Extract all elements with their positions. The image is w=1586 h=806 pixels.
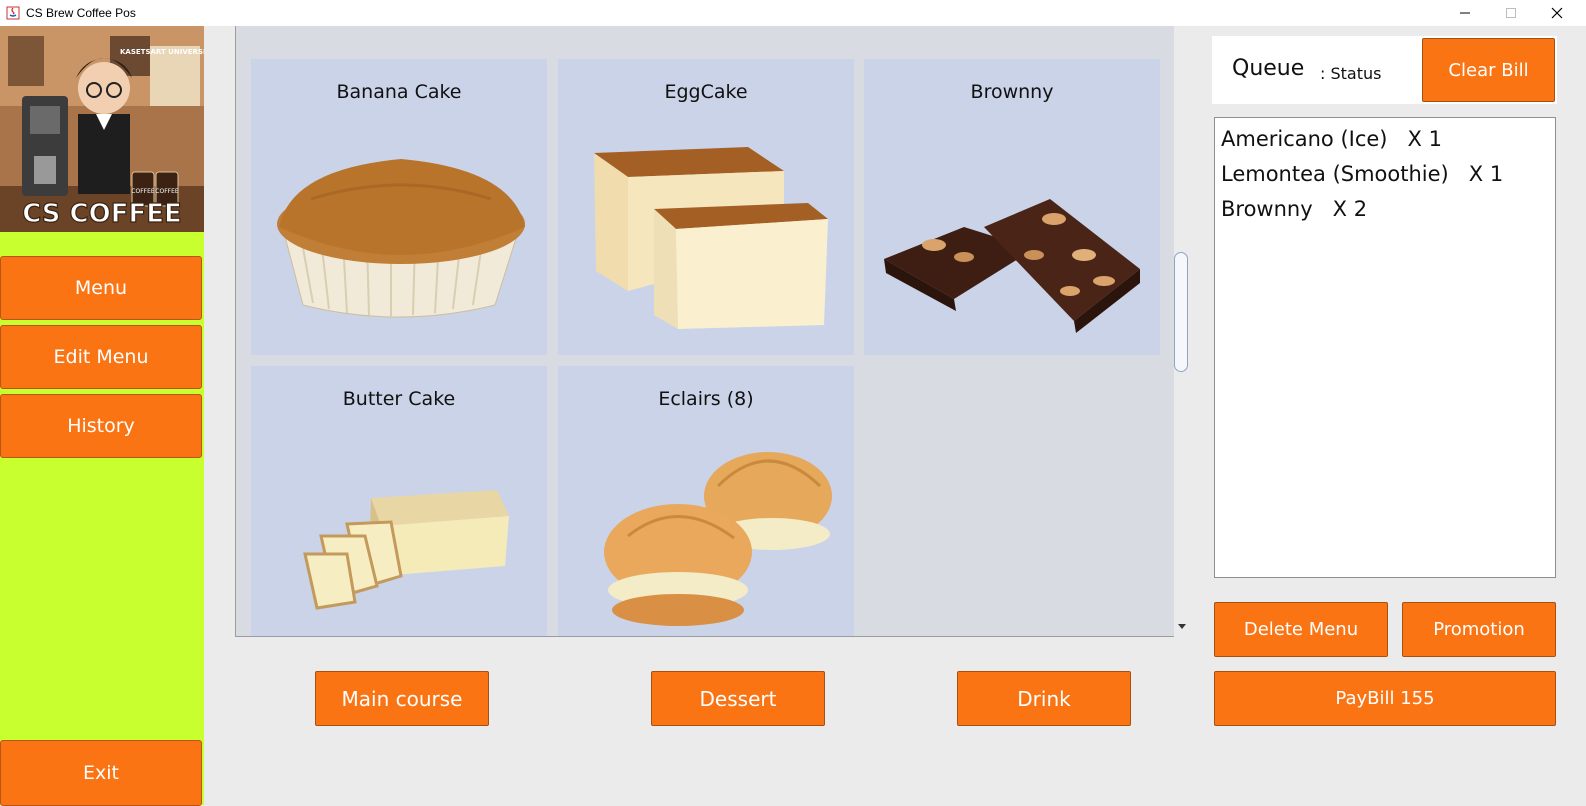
maximize-icon xyxy=(1506,8,1516,18)
brand-text: CS COFFEE xyxy=(22,199,182,229)
sidebar: COFFEE COFFEE KASETSART UNIVERSITY CS CO… xyxy=(0,26,204,806)
scroll-down-arrow-icon[interactable] xyxy=(1176,620,1188,632)
window-title: CS Brew Coffee Pos xyxy=(26,6,136,20)
product-card[interactable]: Eclairs (8) xyxy=(558,366,854,636)
title-bar: CS Brew Coffee Pos xyxy=(0,0,1586,26)
logo-illustration: COFFEE COFFEE KASETSART UNIVERSITY CS CO… xyxy=(0,26,204,232)
cs-coffee-logo: COFFEE COFFEE KASETSART UNIVERSITY CS CO… xyxy=(0,26,204,232)
maximize-button[interactable] xyxy=(1488,0,1534,26)
jar-label: COFFEE xyxy=(155,188,179,195)
minimize-icon xyxy=(1460,12,1470,14)
product-card[interactable]: EggCake xyxy=(558,59,854,355)
order-list[interactable]: Americano (Ice) X 1 Lemontea (Smoothie) … xyxy=(1214,117,1556,578)
edit-menu-button[interactable]: Edit Menu xyxy=(0,325,202,389)
dessert-button[interactable]: Dessert xyxy=(651,671,825,726)
paybill-button[interactable]: PayBill 155 xyxy=(1214,671,1556,726)
close-button[interactable] xyxy=(1534,0,1580,26)
exit-button[interactable]: Exit xyxy=(0,740,202,806)
jar-label: COFFEE xyxy=(131,188,155,195)
product-card[interactable]: Brownny xyxy=(864,59,1160,355)
brownie-image xyxy=(884,199,1140,333)
close-icon xyxy=(1551,7,1563,19)
product-name: Butter Cake xyxy=(342,388,456,410)
product-name: Brownny xyxy=(970,81,1054,103)
scrollbar-thumb[interactable] xyxy=(1174,252,1188,372)
java-app-icon xyxy=(6,6,20,20)
menu-button[interactable]: Menu xyxy=(0,256,202,320)
product-name: Banana Cake xyxy=(336,81,462,103)
product-card[interactable]: Butter Cake xyxy=(251,366,547,636)
queue-header: Queue : Status Clear Bill xyxy=(1212,36,1557,104)
banana-cake-image xyxy=(277,159,525,318)
drink-button[interactable]: Drink xyxy=(957,671,1131,726)
product-name: EggCake xyxy=(664,81,748,103)
queue-status: : Status xyxy=(1320,64,1382,83)
product-grid: Banana Cake EggCake Brownny Butter Cake … xyxy=(235,26,1190,637)
egg-cake-image xyxy=(594,147,828,329)
order-item[interactable]: Lemontea (Smoothie) X 1 xyxy=(1221,157,1549,192)
history-button[interactable]: History xyxy=(0,394,202,458)
university-text: KASETSART UNIVERSITY xyxy=(120,48,204,56)
order-item[interactable]: Brownny X 2 xyxy=(1221,192,1549,227)
order-item[interactable]: Americano (Ice) X 1 xyxy=(1221,122,1549,157)
clear-bill-button[interactable]: Clear Bill xyxy=(1422,38,1555,102)
main-course-button[interactable]: Main course xyxy=(315,671,489,726)
delete-menu-button[interactable]: Delete Menu xyxy=(1214,602,1388,657)
minimize-button[interactable] xyxy=(1442,0,1488,26)
product-card[interactable]: Banana Cake xyxy=(251,59,547,355)
queue-label: Queue xyxy=(1232,56,1305,81)
promotion-button[interactable]: Promotion xyxy=(1402,602,1556,657)
product-name: Eclairs (8) xyxy=(658,388,754,410)
